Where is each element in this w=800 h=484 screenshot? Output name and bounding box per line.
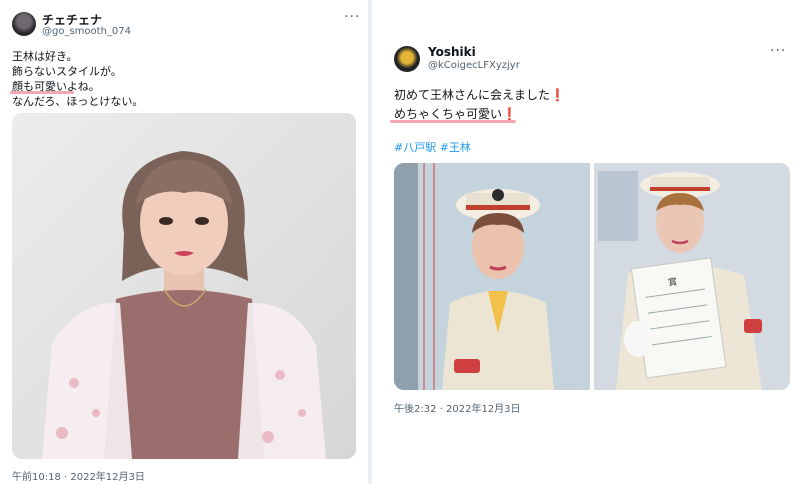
tweet-text-line: 王林は好き。 — [12, 50, 78, 63]
hashtag-link[interactable]: #八戸駅 — [394, 141, 436, 154]
tweet-card-right: Yoshiki @kCoigecLFXyzjyr ··· 初めて王林さんに会えま… — [372, 0, 800, 484]
certificate-title: 賞 — [667, 277, 678, 289]
author-handle[interactable]: @go_smooth_074 — [42, 26, 131, 37]
tweet-card-left: チェチェナ @go_smooth_074 ··· 王林は好き。 飾らないスタイル… — [0, 0, 368, 484]
portrait-illustration — [12, 113, 356, 459]
tweet-photo[interactable]: 賞 — [594, 163, 790, 390]
tweet-timestamp[interactable]: 午後2:32 · 2022年12月3日 — [394, 400, 521, 415]
tweet-text: 初めて王林さんに会えました — [394, 88, 551, 102]
avatar[interactable] — [394, 46, 420, 72]
exclamation-icon: ❗ — [502, 107, 517, 121]
author-handle[interactable]: @kCoigecLFXyzjyr — [428, 60, 520, 71]
photo-station-staff-2 — [594, 163, 790, 390]
author-name[interactable]: Yoshiki — [428, 45, 476, 59]
tweet-text: めちゃくちゃ可愛い — [394, 107, 503, 121]
tweet-photo[interactable] — [394, 163, 590, 390]
tweet-timestamp[interactable]: 午前10:18 · 2022年12月3日 — [12, 468, 145, 483]
text-underline-highlight — [390, 120, 516, 123]
hashtag-line: #八戸駅 #王林 — [394, 139, 471, 155]
tweet-text-line: 飾らないスタイルが。 — [12, 65, 122, 78]
more-icon[interactable]: ··· — [770, 44, 786, 58]
photo-station-staff-1 — [394, 163, 590, 390]
avatar[interactable] — [12, 12, 36, 36]
tweet-text-line: 初めて王林さんに会えました❗ — [394, 86, 565, 103]
more-icon[interactable]: ··· — [344, 10, 360, 24]
hashtag-link[interactable]: #王林 — [440, 141, 471, 154]
tweet-photo[interactable] — [12, 113, 356, 459]
tweet-text-line: なんだろ、ほっとけない。 — [12, 95, 144, 108]
exclamation-icon: ❗ — [550, 88, 565, 102]
tweet-photo-grid: 賞 — [394, 163, 790, 390]
